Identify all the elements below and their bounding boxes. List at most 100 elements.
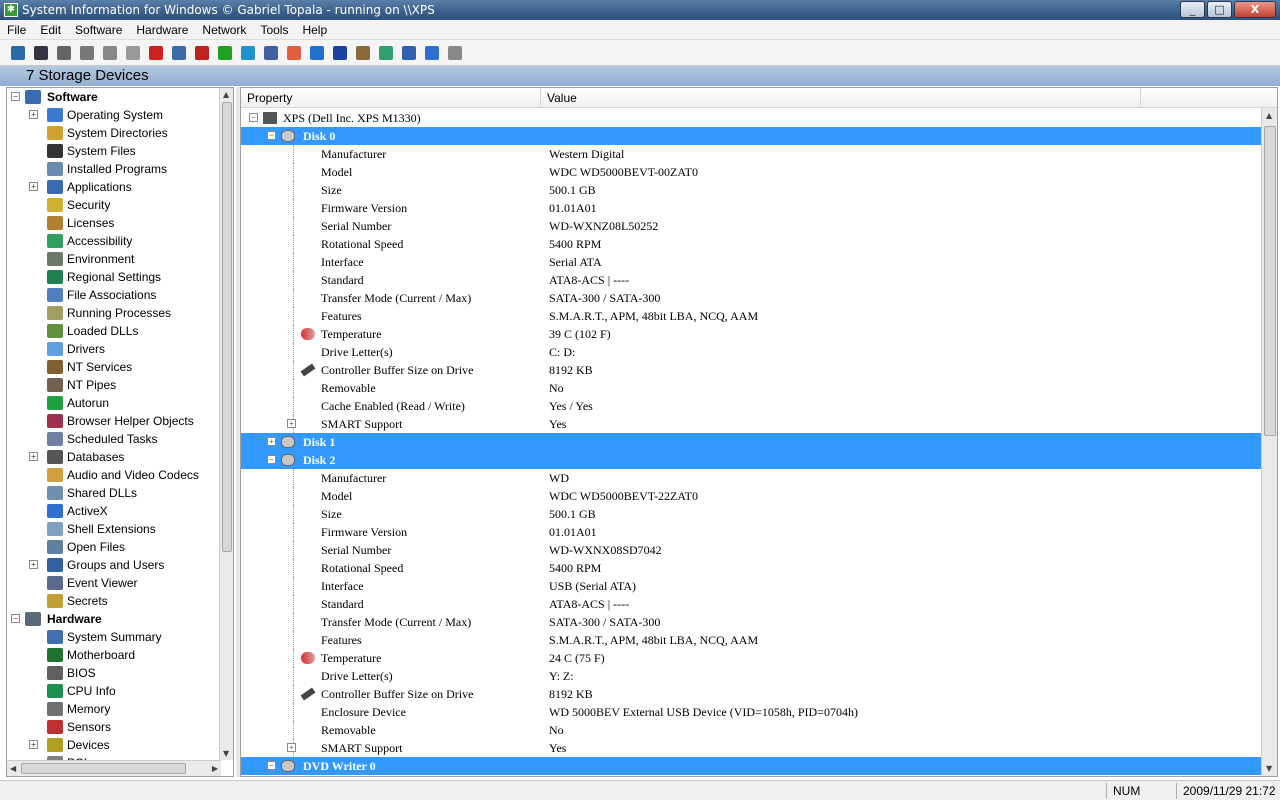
tree-item-event-viewer[interactable]: Event Viewer	[7, 574, 221, 592]
tree-item-operating-system-expander[interactable]: +	[29, 110, 38, 119]
menu-help[interactable]: Help	[295, 20, 334, 40]
property-row-standard[interactable]: Standard ATA8-ACS | ----	[241, 595, 1261, 613]
menu-network[interactable]: Network	[195, 20, 253, 40]
tree-item-system-summary[interactable]: System Summary	[7, 628, 221, 646]
property-row-standard[interactable]: Standard ATA8-ACS | ----	[241, 271, 1261, 289]
tree-vertical-scroll-thumb[interactable]	[222, 102, 232, 552]
property-row-removable[interactable]: Removable No	[241, 379, 1261, 397]
property-row-size[interactable]: Size 500.1 GB	[241, 181, 1261, 199]
property-row-smart-support[interactable]: + SMART Support Yes	[241, 415, 1261, 433]
cut-button[interactable]	[54, 43, 74, 63]
office-button[interactable]	[284, 43, 304, 63]
tree-item-licenses[interactable]: Licenses	[7, 214, 221, 232]
scroll-down-arrow-icon[interactable]: ▼	[223, 749, 229, 758]
tree-item-applications[interactable]: + Applications	[7, 178, 221, 196]
tree-item-installed-programs[interactable]: Installed Programs	[7, 160, 221, 178]
tree-item-devices[interactable]: + Devices	[7, 736, 221, 754]
paste-button[interactable]	[100, 43, 120, 63]
help-button[interactable]	[422, 43, 442, 63]
grid-scroll-up-arrow-icon[interactable]: ▲	[1266, 111, 1272, 120]
disk-0-node[interactable]: − Disk 0	[241, 127, 1261, 145]
scroll-up-arrow-icon[interactable]: ▲	[223, 90, 229, 99]
app-icon[interactable]: ✱	[4, 3, 18, 17]
property-row-controller-buffer-size-on-drive[interactable]: Controller Buffer Size on Drive 8192 KB	[241, 685, 1261, 703]
save-button[interactable]	[31, 43, 51, 63]
tree-item-shared-dlls[interactable]: Shared DLLs	[7, 484, 221, 502]
tree-item-operating-system[interactable]: + Operating System	[7, 106, 221, 124]
tree-item-drivers[interactable]: Drivers	[7, 340, 221, 358]
tree-item-devices-expander[interactable]: +	[29, 740, 38, 749]
disk-2-node-expander[interactable]: −	[267, 455, 276, 464]
property-row-model[interactable]: Model WDC WD5000BEVT-22ZAT0	[241, 487, 1261, 505]
tree-item-running-processes[interactable]: Running Processes	[7, 304, 221, 322]
tree-item-applications-expander[interactable]: +	[29, 182, 38, 191]
document-button[interactable]	[261, 43, 281, 63]
smart-support-expander[interactable]: +	[287, 419, 296, 428]
grid-vertical-scrollbar[interactable]: ▲ ▼	[1261, 108, 1277, 776]
disk-1-node[interactable]: + Disk 1	[241, 433, 1261, 451]
property-row-smart-support[interactable]: + SMART Support Yes	[241, 739, 1261, 757]
property-row-model[interactable]: Model WDC WD5000BEVT-00ZAT0	[241, 163, 1261, 181]
menu-edit[interactable]: Edit	[33, 20, 68, 40]
property-row-size[interactable]: Size 500.1 GB	[241, 505, 1261, 523]
exit-button[interactable]	[8, 43, 28, 63]
tree-horizontal-scroll-thumb[interactable]	[21, 763, 186, 774]
property-row-interface[interactable]: Interface Serial ATA	[241, 253, 1261, 271]
tree-item-databases[interactable]: + Databases	[7, 448, 221, 466]
tree-item-file-associations[interactable]: File Associations	[7, 286, 221, 304]
tree-group-hardware-expander[interactable]: −	[11, 614, 20, 623]
tree-vertical-scrollbar[interactable]: ▲ ▼	[219, 88, 233, 760]
tree-item-activex[interactable]: ActiveX	[7, 502, 221, 520]
property-row-drive-letter-s[interactable]: Drive Letter(s) Y: Z:	[241, 667, 1261, 685]
menu-file[interactable]: File	[0, 20, 33, 40]
earth-button[interactable]	[376, 43, 396, 63]
property-row-removable[interactable]: Removable No	[241, 721, 1261, 739]
tree-item-browser-helper-objects[interactable]: Browser Helper Objects	[7, 412, 221, 430]
tree-item-motherboard[interactable]: Motherboard	[7, 646, 221, 664]
globe-button[interactable]	[307, 43, 327, 63]
property-row-enclosure-device[interactable]: Enclosure Device WD 5000BEV External USB …	[241, 703, 1261, 721]
root-node-expander[interactable]: −	[249, 113, 258, 122]
menu-software[interactable]: Software	[68, 20, 129, 40]
tree-group-software-expander[interactable]: −	[11, 92, 20, 101]
tree-item-system-directories[interactable]: System Directories	[7, 124, 221, 142]
tree-item-autorun[interactable]: Autorun	[7, 394, 221, 412]
column-header-property[interactable]: Property	[241, 88, 541, 108]
dvd-writer-0-node-expander[interactable]: −	[267, 761, 276, 770]
property-row-transfer-mode-current-max[interactable]: Transfer Mode (Current / Max) SATA-300 / …	[241, 613, 1261, 631]
property-row-firmware-version[interactable]: Firmware Version 01.01A01	[241, 199, 1261, 217]
property-row-manufacturer[interactable]: Manufacturer Western Digital	[241, 145, 1261, 163]
maximize-button[interactable]: □	[1207, 1, 1232, 18]
print-button[interactable]	[123, 43, 143, 63]
disk-2-node[interactable]: − Disk 2	[241, 451, 1261, 469]
green-button[interactable]	[215, 43, 235, 63]
property-row-features[interactable]: Features S.M.A.R.T., APM, 48bit LBA, NCQ,…	[241, 307, 1261, 325]
tree-item-nt-services[interactable]: NT Services	[7, 358, 221, 376]
property-row-features[interactable]: Features S.M.A.R.T., APM, 48bit LBA, NCQ,…	[241, 631, 1261, 649]
scroll-right-arrow-icon[interactable]: ▶	[212, 764, 218, 773]
tree-item-security[interactable]: Security	[7, 196, 221, 214]
menu-tools[interactable]: Tools	[253, 20, 295, 40]
minimize-button[interactable]: _	[1180, 1, 1205, 18]
property-row-interface[interactable]: Interface USB (Serial ATA)	[241, 577, 1261, 595]
tree-item-databases-expander[interactable]: +	[29, 452, 38, 461]
column-header-value[interactable]: Value	[541, 88, 1141, 108]
tree-item-shell-extensions[interactable]: Shell Extensions	[7, 520, 221, 538]
refresh-button[interactable]	[238, 43, 258, 63]
tree-item-regional-settings[interactable]: Regional Settings	[7, 268, 221, 286]
tree-item-nt-pipes[interactable]: NT Pipes	[7, 376, 221, 394]
property-row-serial-number[interactable]: Serial Number WD-WXNX08SD7042	[241, 541, 1261, 559]
tree-item-secrets[interactable]: Secrets	[7, 592, 221, 610]
tree-item-accessibility[interactable]: Accessibility	[7, 232, 221, 250]
color-button[interactable]	[192, 43, 212, 63]
tree-item-environment[interactable]: Environment	[7, 250, 221, 268]
tree-item-groups-and-users[interactable]: + Groups and Users	[7, 556, 221, 574]
grid-vertical-scroll-thumb[interactable]	[1264, 126, 1276, 436]
disk-1-node-expander[interactable]: +	[267, 437, 276, 446]
tree-item-bios[interactable]: BIOS	[7, 664, 221, 682]
property-row-drive-letter-s[interactable]: Drive Letter(s) C: D:	[241, 343, 1261, 361]
property-row-rotational-speed[interactable]: Rotational Speed 5400 RPM	[241, 235, 1261, 253]
coffee-button[interactable]	[445, 43, 465, 63]
property-row-temperature[interactable]: Temperature 24 C (75 F)	[241, 649, 1261, 667]
monitor-button[interactable]	[169, 43, 189, 63]
